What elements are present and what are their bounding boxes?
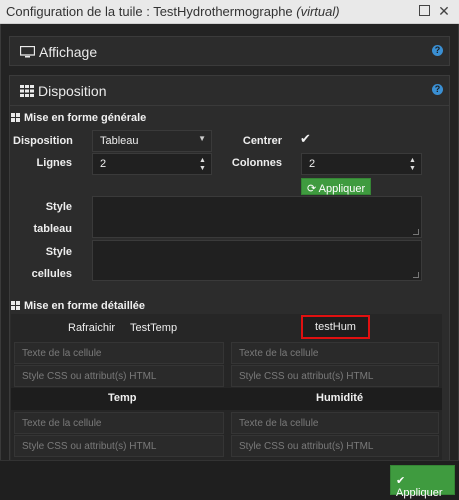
maximize-button[interactable] [416, 3, 432, 19]
spinner-down-icon[interactable]: ▼ [199, 165, 207, 172]
style-tableau-label-1: Style [45, 201, 72, 213]
caret-down-icon: ▼ [198, 134, 206, 143]
check-icon: ✔ [396, 475, 406, 487]
affichage-title: Affichage [39, 44, 98, 60]
resize-handle-icon[interactable] [413, 229, 419, 235]
cell-text-input[interactable]: Texte de la cellule [14, 412, 224, 434]
style-cellules-label-2: cellules [31, 268, 72, 280]
window-title: Configuration de la tuile : TestHydrothe… [6, 4, 340, 19]
cell-command-testtemp[interactable]: TestTemp [130, 322, 177, 334]
style-cellules-label-1: Style [45, 246, 72, 258]
style-tableau-textarea[interactable] [92, 196, 422, 238]
close-icon: ✕ [438, 3, 450, 19]
style-tableau-label-2: tableau [33, 223, 72, 235]
centrer-label: Centrer [242, 135, 282, 147]
cell-style-input[interactable]: Style CSS ou attribut(s) HTML [14, 435, 224, 457]
resize-handle-icon[interactable] [413, 272, 419, 278]
spinner-down-icon[interactable]: ▼ [409, 165, 417, 172]
detailed-layout-area: Rafraichir TestTemp testHum Texte de la … [11, 314, 442, 460]
cell-command-testhum[interactable]: testHum [301, 315, 370, 339]
spinner-up-icon[interactable]: ▲ [199, 157, 207, 164]
cell-header-temp: Temp [108, 392, 137, 404]
cell-command-rafraichir[interactable]: Rafraichir [68, 322, 115, 334]
disposition-select[interactable]: Tableau ▼ [92, 130, 212, 152]
affichage-panel[interactable]: Affichage ? [9, 36, 450, 66]
centrer-checkbox[interactable]: ✔ [300, 131, 311, 147]
style-cellules-textarea[interactable] [92, 240, 422, 281]
maximize-icon [418, 5, 430, 16]
monitor-icon [19, 45, 36, 58]
colonnes-label: Colonnes [231, 157, 282, 169]
table-icon [20, 85, 34, 97]
appliquer-small-button[interactable]: ⟳ Appliquer [301, 178, 372, 195]
header-row: Temp Humidité [11, 388, 442, 410]
close-button[interactable]: ✕ [436, 3, 452, 19]
help-icon[interactable]: ? [432, 84, 443, 95]
cell-style-input[interactable]: Style CSS ou attribut(s) HTML [231, 365, 439, 387]
help-icon[interactable]: ? [432, 45, 443, 56]
table-icon [11, 113, 20, 122]
lignes-label: Lignes [36, 157, 72, 169]
cell-style-input[interactable]: Style CSS ou attribut(s) HTML [14, 365, 224, 387]
cell-text-input[interactable]: Texte de la cellule [231, 412, 439, 434]
cell-text-input[interactable]: Texte de la cellule [14, 342, 224, 364]
mise-en-forme-generale-heading: Mise en forme générale [11, 112, 146, 124]
lignes-input[interactable]: 2 ▲ ▼ [92, 153, 212, 175]
table-icon [11, 301, 20, 310]
refresh-icon: ⟳ [307, 183, 317, 195]
colonnes-input[interactable]: 2 ▲ ▼ [301, 153, 422, 175]
cell-style-input[interactable]: Style CSS ou attribut(s) HTML [231, 435, 439, 457]
cell-header-humidite: Humidité [316, 392, 364, 404]
dialog-content: Affichage ? Disposition ? Mise en forme … [0, 24, 459, 460]
disposition-label: Disposition [13, 135, 73, 147]
disposition-title: Disposition [38, 83, 107, 99]
spinner-up-icon[interactable]: ▲ [409, 157, 417, 164]
apply-button[interactable]: ✔ Appliquer [390, 465, 455, 499]
mise-en-forme-detaillee-heading: Mise en forme détaillée [11, 300, 145, 312]
dialog-footer: ✔ Appliquer [0, 460, 459, 500]
window-titlebar: Configuration de la tuile : TestHydrothe… [0, 0, 459, 24]
cell-text-input[interactable]: Texte de la cellule [231, 342, 439, 364]
